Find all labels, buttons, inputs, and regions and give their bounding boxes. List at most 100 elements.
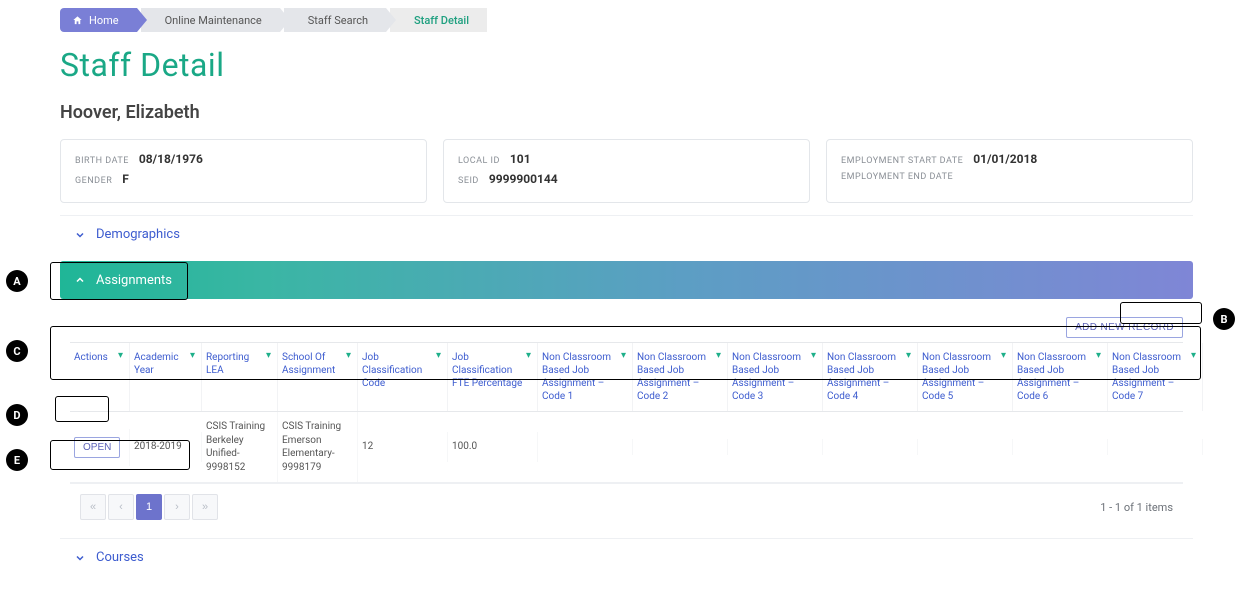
filter-icon[interactable]: ▾ [526,349,531,362]
col-ncba5[interactable]: Non Classroom Based Job Assignment – Cod… [918,343,1013,411]
callout-e: E [6,449,28,471]
cell-job-class-fte: 100.0 [448,432,538,462]
gender-label: GENDER [75,176,112,186]
col-academic-year[interactable]: Academic Year▾ [130,343,202,411]
pager-next-button[interactable]: › [164,494,190,520]
section-courses-header[interactable]: Courses [60,538,1193,576]
page-title: Staff Detail [60,46,1203,84]
chevron-down-icon [74,552,86,564]
detail-cards: BIRTH DATE 08/18/1976 GENDER F LOCAL ID … [60,139,1193,203]
gender-value: F [122,172,129,186]
filter-icon[interactable]: ▾ [436,349,441,362]
filter-icon[interactable]: ▾ [346,349,351,362]
filter-icon[interactable]: ▾ [266,349,271,362]
col-job-class-code[interactable]: Job Classification Code ▾ [358,343,448,411]
section-demographics: Demographics [60,215,1193,253]
cell-ncba6 [1013,439,1108,455]
col-ncba4[interactable]: Non Classroom Based Job Assignment – Cod… [823,343,918,411]
pager-first-button[interactable]: « [80,494,106,520]
breadcrumb-staff-search[interactable]: Staff Search [284,8,386,32]
filter-icon[interactable]: ▾ [1191,349,1196,362]
filter-icon[interactable]: ▾ [118,349,123,362]
cell-ncba5 [918,439,1013,455]
callout-d: D [6,404,28,426]
section-demographics-header[interactable]: Demographics [60,215,1193,253]
col-ncba1[interactable]: Non Classroom Based Job Assignment – Cod… [538,343,633,411]
filter-icon[interactable]: ▾ [1096,349,1101,362]
cell-academic-year: 2018-2019 [130,432,202,462]
open-row-button[interactable]: OPEN [74,437,120,458]
emp-start-label: EMPLOYMENT START DATE [841,156,963,166]
breadcrumb-home-label: Home [89,14,119,27]
section-assignments-label: Assignments [96,273,172,288]
pager-last-button[interactable]: » [192,494,218,520]
col-ncba2-label: Non Classroom Based Job Assignment – Cod… [637,352,706,402]
filter-icon[interactable]: ▾ [190,349,195,362]
cell-school-of-assignment: CSIS Training Emerson Elementary-9998179 [278,412,358,482]
col-school-of-assignment-label: School Of Assignment [282,352,335,376]
breadcrumb: Home Online Maintenance Staff Search Sta… [60,8,1203,32]
breadcrumb-home[interactable]: Home [60,8,137,32]
assignments-grid: Actions ▾ Academic Year▾ Reporting LEA ▾ S… [70,342,1183,483]
col-ncba1-label: Non Classroom Based Job Assignment – Cod… [542,352,611,402]
filter-icon[interactable]: ▾ [811,349,816,362]
filter-icon[interactable]: ▾ [621,349,626,362]
pager-row: « ‹ 1 › » 1 - 1 of 1 items [70,483,1183,530]
detail-card-employment: EMPLOYMENT START DATE 01/01/2018 EMPLOYM… [826,139,1193,203]
grid-header-row: Actions ▾ Academic Year▾ Reporting LEA ▾ S… [70,343,1183,412]
col-ncba3[interactable]: Non Classroom Based Job Assignment – Cod… [728,343,823,411]
breadcrumb-staff-detail-label: Staff Detail [414,14,469,27]
col-ncba6[interactable]: Non Classroom Based Job Assignment – Cod… [1013,343,1108,411]
cell-ncba1 [538,439,633,455]
pager-prev-button[interactable]: ‹ [108,494,134,520]
emp-start-value: 01/01/2018 [973,152,1037,166]
col-ncba5-label: Non Classroom Based Job Assignment – Cod… [922,352,991,402]
callout-b: B [1213,308,1235,330]
col-job-class-fte[interactable]: Job Classification FTE Percentage▾ [448,343,538,411]
detail-card-ids: LOCAL ID 101 SEID 9999900144 [443,139,810,203]
breadcrumb-staff-search-label: Staff Search [308,14,368,27]
detail-card-personal: BIRTH DATE 08/18/1976 GENDER F [60,139,427,203]
section-courses-label: Courses [96,550,144,565]
pager-status: 1 - 1 of 1 items [1100,501,1173,514]
pager: « ‹ 1 › » [80,494,218,520]
chevron-up-icon [74,274,86,286]
section-demographics-label: Demographics [96,227,180,242]
pager-page-1-button[interactable]: 1 [136,494,162,520]
col-ncba4-label: Non Classroom Based Job Assignment – Cod… [827,352,896,402]
emp-end-label: EMPLOYMENT END DATE [841,172,953,182]
cell-reporting-lea: CSIS Training Berkeley Unified-9998152 [202,412,278,482]
col-actions-label: Actions [74,352,108,363]
table-row: OPEN 2018-2019 CSIS Training Berkeley Un… [70,412,1183,483]
col-job-class-code-label: Job Classification Code [362,352,422,389]
col-school-of-assignment[interactable]: School Of Assignment ▾ [278,343,358,411]
cell-ncba7 [1108,439,1203,455]
local-id-label: LOCAL ID [458,156,500,166]
filter-icon[interactable]: ▾ [906,349,911,362]
cell-ncba2 [633,439,728,455]
col-ncba7-label: Non Classroom Based Job Assignment – Cod… [1112,352,1181,402]
col-reporting-lea-label: Reporting LEA [206,352,249,376]
filter-icon[interactable]: ▾ [1001,349,1006,362]
birth-date-value: 08/18/1976 [139,152,203,166]
seid-label: SEID [458,176,479,186]
breadcrumb-online-maintenance[interactable]: Online Maintenance [141,8,280,32]
home-icon [72,15,83,26]
cell-job-class-code: 12 [358,432,448,462]
col-reporting-lea[interactable]: Reporting LEA ▾ [202,343,278,411]
section-assignments-header[interactable]: Assignments [60,261,1193,299]
seid-value: 9999900144 [489,172,558,186]
col-ncba2[interactable]: Non Classroom Based Job Assignment – Cod… [633,343,728,411]
col-ncba7[interactable]: Non Classroom Based Job Assignment – Cod… [1108,343,1203,411]
add-new-record-button[interactable]: ADD NEW RECORD [1066,317,1183,338]
birth-date-label: BIRTH DATE [75,156,129,166]
staff-name: Hoover, Elizabeth [60,102,1203,123]
col-ncba3-label: Non Classroom Based Job Assignment – Cod… [732,352,801,402]
col-ncba6-label: Non Classroom Based Job Assignment – Cod… [1017,352,1086,402]
filter-icon[interactable]: ▾ [716,349,721,362]
col-actions[interactable]: Actions ▾ [70,343,130,411]
breadcrumb-staff-detail[interactable]: Staff Detail [390,8,487,32]
section-assignments: Assignments ADD NEW RECORD Actions ▾ Acad… [60,261,1193,530]
callout-a: A [6,270,28,292]
local-id-value: 101 [510,152,531,166]
